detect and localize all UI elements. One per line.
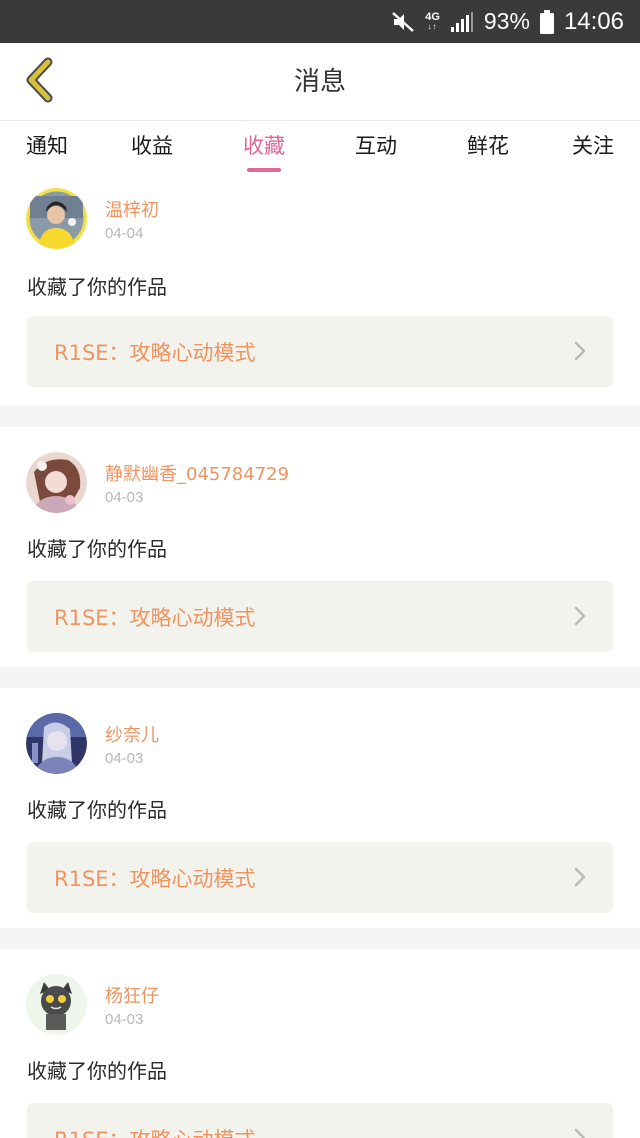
list-item: 温梓初 04-04 收藏了你的作品 R1SE：攻略心动模式	[0, 177, 640, 406]
chevron-right-icon	[573, 866, 587, 892]
app-header: 消息	[0, 43, 640, 121]
network-indicator: 4G ↓↑	[425, 12, 440, 31]
message-list: 温梓初 04-04 收藏了你的作品 R1SE：攻略心动模式 静默幽香_04578…	[0, 177, 640, 1138]
tab-label: 收益	[131, 134, 173, 158]
username[interactable]: 静默幽香_045784729	[105, 460, 289, 486]
tab-favorites[interactable]: 收藏	[208, 121, 320, 177]
chevron-right-icon	[573, 605, 587, 631]
mute-icon	[391, 11, 415, 33]
list-item: 静默幽香_045784729 04-03 收藏了你的作品 R1SE：攻略心动模式	[0, 427, 640, 667]
divider	[0, 406, 640, 427]
tab-label: 关注	[572, 134, 614, 158]
work-title: R1SE：攻略心动模式	[54, 340, 256, 365]
tab-interactions[interactable]: 互动	[320, 121, 432, 177]
list-item: 杨狂仔 04-03 收藏了你的作品 R1SE：攻略心动模式	[0, 949, 640, 1138]
tab-following[interactable]: 关注	[544, 121, 640, 177]
username[interactable]: 杨狂仔	[105, 982, 159, 1008]
username[interactable]: 纱奈儿	[105, 721, 159, 747]
back-button[interactable]	[14, 57, 64, 107]
chevron-left-icon	[22, 57, 56, 107]
battery-percent: 93%	[483, 8, 530, 34]
avatar[interactable]	[26, 188, 87, 249]
avatar[interactable]	[26, 452, 87, 513]
message-date: 04-04	[105, 225, 144, 242]
message-action-text: 收藏了你的作品	[27, 275, 167, 299]
work-link[interactable]: R1SE：攻略心动模式	[27, 1103, 613, 1138]
tab-flowers[interactable]: 鲜花	[432, 121, 544, 177]
work-link[interactable]: R1SE：攻略心动模式	[27, 581, 613, 652]
avatar[interactable]	[26, 974, 87, 1035]
list-item: 纱奈儿 04-03 收藏了你的作品 R1SE：攻略心动模式	[0, 688, 640, 928]
page-title: 消息	[293, 67, 346, 97]
message-action-text: 收藏了你的作品	[27, 1059, 167, 1083]
chevron-right-icon	[573, 1127, 587, 1138]
message-action-text: 收藏了你的作品	[27, 537, 167, 561]
work-title: R1SE：攻略心动模式	[54, 1124, 256, 1138]
signal-icon	[450, 11, 474, 33]
status-bar: 4G ↓↑ 93% 14:06	[0, 0, 640, 43]
active-tab-indicator	[247, 168, 281, 172]
work-title: R1SE：攻略心动模式	[54, 605, 256, 630]
tab-label: 收藏	[243, 134, 285, 158]
clock: 14:06	[563, 7, 624, 35]
message-action-text: 收藏了你的作品	[27, 798, 167, 822]
tab-label: 通知	[26, 134, 68, 158]
message-date: 04-03	[105, 489, 144, 506]
divider	[0, 928, 640, 949]
tab-notifications[interactable]: 通知	[0, 121, 96, 177]
message-date: 04-03	[105, 1011, 144, 1028]
divider	[0, 667, 640, 688]
work-link[interactable]: R1SE：攻略心动模式	[27, 842, 613, 913]
battery-icon	[539, 9, 554, 34]
message-tabs: 通知 收益 收藏 互动 鲜花 关注	[0, 121, 640, 177]
tab-label: 鲜花	[467, 134, 509, 158]
avatar[interactable]	[26, 713, 87, 774]
tab-label: 互动	[355, 134, 397, 158]
work-title: R1SE：攻略心动模式	[54, 866, 256, 891]
data-arrows-icon: ↓↑	[427, 22, 438, 31]
tab-earnings[interactable]: 收益	[96, 121, 208, 177]
chevron-right-icon	[573, 340, 587, 366]
message-date: 04-03	[105, 750, 144, 767]
username[interactable]: 温梓初	[105, 196, 159, 222]
work-link[interactable]: R1SE：攻略心动模式	[27, 316, 613, 387]
